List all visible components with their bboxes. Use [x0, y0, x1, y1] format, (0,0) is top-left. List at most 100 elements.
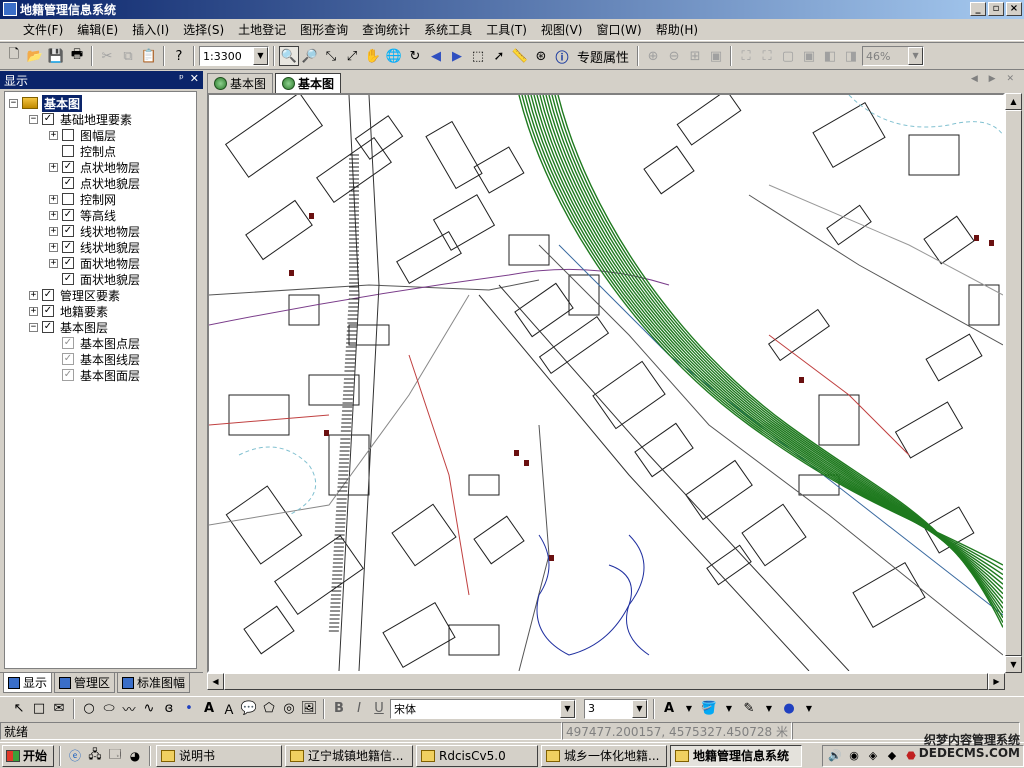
pan-hand-icon[interactable]: ✋: [363, 46, 383, 66]
layout-whole-page-icon[interactable]: ▢: [778, 46, 798, 66]
copy-icon[interactable]: ⧉: [118, 46, 138, 66]
tree-node[interactable]: + ✓ 点状地物层: [49, 159, 140, 175]
vertical-scroll-thumb[interactable]: [1005, 110, 1022, 656]
menu-item-0[interactable]: 文件(F): [16, 21, 70, 38]
start-button[interactable]: 开始: [2, 744, 54, 767]
horizontal-scrollbar[interactable]: ◀ ▶: [207, 673, 1005, 690]
full-extent-globe-icon[interactable]: 🌐: [384, 46, 404, 66]
tab-base-map-2[interactable]: 基本图: [275, 73, 342, 93]
tree-node[interactable]: + ✓ 线状地貌层: [49, 239, 140, 255]
marker-color-dropdown-icon[interactable]: ▼: [800, 700, 818, 718]
select-arrow-icon[interactable]: ➚: [489, 46, 509, 66]
left-tab-2[interactable]: 标准图幅: [117, 673, 191, 693]
measure-icon[interactable]: 📏: [510, 46, 530, 66]
vertical-scrollbar[interactable]: ▲ ▼: [1005, 93, 1022, 673]
fill-color-dropdown-icon[interactable]: ▼: [720, 700, 738, 718]
scroll-up-icon[interactable]: ▲: [1005, 93, 1022, 110]
task-button[interactable]: 城乡一体化地籍...: [541, 744, 667, 767]
tab-base-map-1[interactable]: 基本图: [207, 73, 274, 93]
tree-node[interactable]: + ✓ 面状地物层: [49, 255, 140, 271]
expand-icon[interactable]: +: [29, 290, 38, 300]
menu-item-4[interactable]: 土地登记: [231, 21, 293, 38]
scroll-down-icon[interactable]: ▼: [1005, 656, 1022, 673]
task-button[interactable]: 辽宁城镇地籍信...: [285, 744, 413, 767]
collapse-icon[interactable]: −: [29, 114, 38, 124]
minimize-button[interactable]: _: [970, 2, 986, 16]
collapse-icon[interactable]: −: [29, 322, 38, 332]
print-icon[interactable]: 🖶: [67, 46, 87, 66]
font-color-icon[interactable]: A: [660, 700, 678, 718]
tree-node[interactable]: ✓ 面状地貌层: [49, 271, 140, 287]
point-icon[interactable]: •: [180, 700, 198, 718]
circle-icon[interactable]: ○: [80, 700, 98, 718]
expand-icon[interactable]: +: [29, 306, 38, 316]
show-desktop-icon[interactable]: 🗔: [106, 747, 124, 765]
menu-item-1[interactable]: 编辑(E): [70, 21, 125, 38]
tree-node[interactable]: − ✓ 基础地理要素: [29, 111, 132, 127]
save-icon[interactable]: 💾: [46, 46, 66, 66]
menu-item-7[interactable]: 系统工具: [417, 21, 479, 38]
zoom-percent-combo[interactable]: 46% ▼: [862, 46, 925, 66]
tree-node[interactable]: 控制点: [49, 143, 116, 159]
layer-checkbox[interactable]: ✓: [62, 353, 74, 365]
menu-item-2[interactable]: 插入(I): [125, 21, 176, 38]
underline-icon[interactable]: U: [370, 700, 388, 718]
circle-text-icon[interactable]: ◎: [280, 700, 298, 718]
scale-combo[interactable]: 1:3300 ▼: [199, 46, 269, 66]
select-features-icon[interactable]: ⬚: [468, 46, 488, 66]
ellipse-icon[interactable]: ⬭: [100, 700, 118, 718]
antivirus-icon[interactable]: ◉: [846, 748, 862, 764]
line-color-icon[interactable]: ✎: [740, 700, 758, 718]
zoom-in-icon[interactable]: 🔍: [279, 46, 299, 66]
layer-checkbox[interactable]: ✓: [62, 225, 74, 237]
layer-checkbox[interactable]: [62, 193, 74, 205]
tree-node[interactable]: + ✓ 管理区要素: [29, 287, 120, 303]
layout-fixed-out-icon[interactable]: ⛶: [757, 46, 777, 66]
polyline-icon[interactable]: 〰: [120, 700, 138, 718]
expand-icon[interactable]: +: [49, 194, 58, 204]
scroll-right-icon[interactable]: ▶: [988, 673, 1005, 690]
italic-icon[interactable]: I: [350, 700, 368, 718]
callout-icon[interactable]: 💬: [240, 700, 258, 718]
menu-item-6[interactable]: 查询统计: [355, 21, 417, 38]
menu-item-8[interactable]: 工具(T): [479, 21, 534, 38]
layout-back-icon[interactable]: ◧: [820, 46, 840, 66]
expand-icon[interactable]: +: [49, 210, 58, 220]
polygon-text-icon[interactable]: ⬠: [260, 700, 278, 718]
select-element-icon[interactable]: ↖: [10, 700, 28, 718]
restore-button[interactable]: ▫: [988, 2, 1004, 16]
expand-icon[interactable]: +: [49, 242, 58, 252]
left-tab-1[interactable]: 管理区: [54, 673, 116, 693]
layer-checkbox[interactable]: ✓: [42, 289, 54, 301]
expand-icon[interactable]: +: [49, 258, 58, 268]
layout-forward-icon[interactable]: ◨: [841, 46, 861, 66]
pin-icon[interactable]: ᵖ: [179, 72, 184, 85]
rectangle-icon[interactable]: □: [30, 700, 48, 718]
envelope-icon[interactable]: ✉: [50, 700, 68, 718]
layout-fixed-in-icon[interactable]: ⛶: [736, 46, 756, 66]
layout-actual-size-icon[interactable]: ▣: [799, 46, 819, 66]
refresh-icon[interactable]: ↻: [405, 46, 425, 66]
curve-icon[interactable]: ∿: [140, 700, 158, 718]
layer-checkbox[interactable]: [62, 129, 74, 141]
horizontal-scroll-thumb[interactable]: [224, 673, 988, 690]
chevron-down-icon[interactable]: ▼: [253, 47, 268, 65]
menu-item-9[interactable]: 视图(V): [534, 21, 590, 38]
pdf-icon[interactable]: ⬣: [903, 748, 919, 764]
layer-checkbox[interactable]: ✓: [62, 241, 74, 253]
layer-checkbox[interactable]: ✓: [42, 113, 54, 125]
ie-browser-icon[interactable]: ⓔ: [66, 747, 84, 765]
tree-node[interactable]: + ✓ 地籍要素: [29, 303, 108, 319]
chevron-down-icon[interactable]: ▼: [632, 699, 647, 718]
left-tab-0[interactable]: 显示: [3, 673, 53, 693]
panel-close-icon[interactable]: ✕: [190, 72, 199, 85]
scroll-left-icon[interactable]: ◀: [207, 673, 224, 690]
font-size-combo[interactable]: 3 ▼: [584, 698, 648, 719]
layout-pan-icon[interactable]: ⊞: [685, 46, 705, 66]
layer-checkbox[interactable]: ✓: [62, 177, 74, 189]
layer-checkbox[interactable]: ✓: [62, 161, 74, 173]
expand-icon[interactable]: +: [49, 226, 58, 236]
media-player-icon[interactable]: ◕: [126, 747, 144, 765]
tree-node[interactable]: ✓ 基本图点层: [49, 335, 140, 351]
tree-node[interactable]: + 图幅层: [49, 127, 116, 143]
